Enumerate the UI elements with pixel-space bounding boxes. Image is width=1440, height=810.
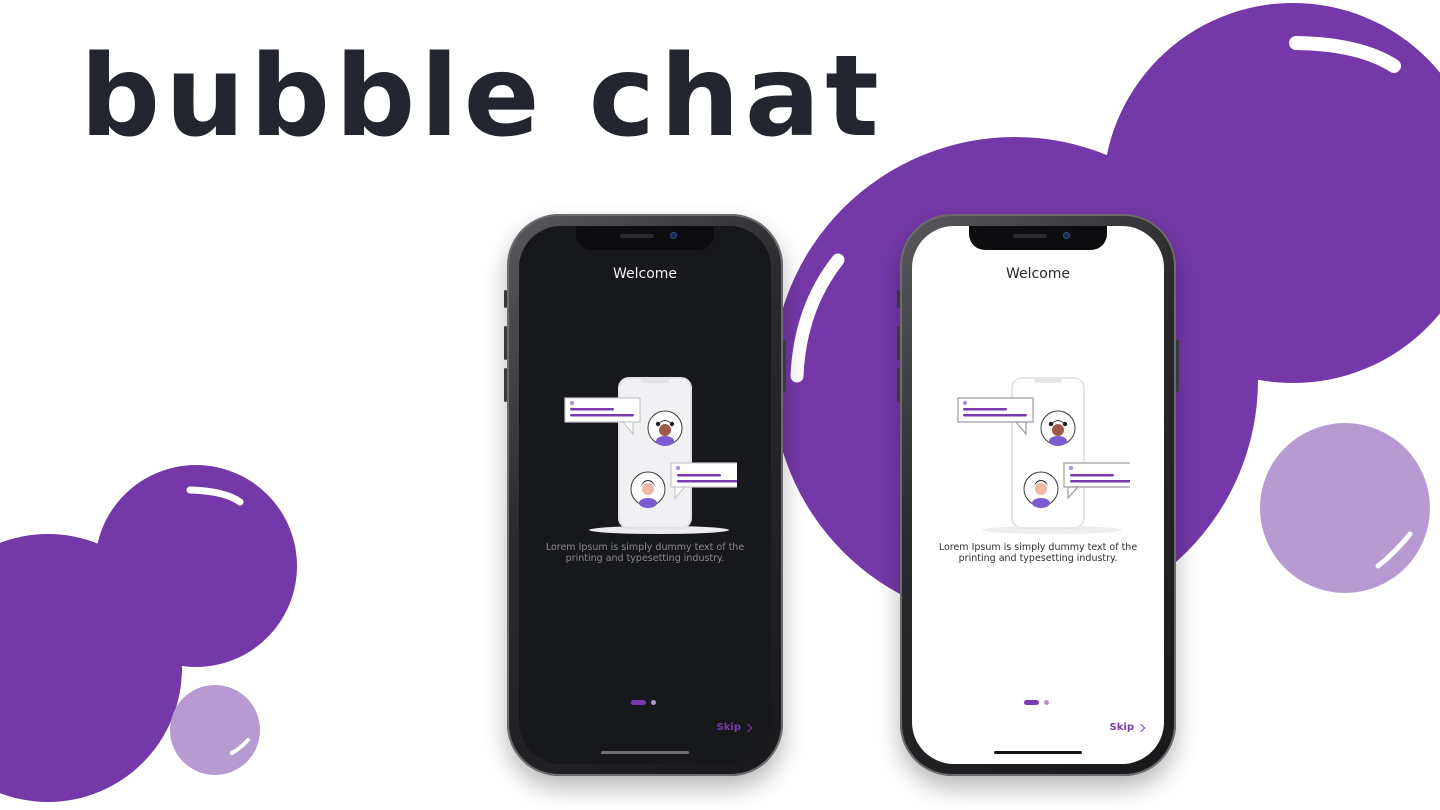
welcome-title: Welcome: [1005, 266, 1071, 282]
chat-illustration: [564, 377, 737, 534]
skip-label: Skip: [1109, 722, 1134, 733]
volume-up-button: [504, 326, 507, 360]
speaker: [1013, 234, 1047, 238]
description-line: Lorem Ipsum is simply dummy text of the: [545, 542, 745, 553]
phone-dark: Welcome Lorem Ipsum is simply dummy text…: [504, 214, 786, 776]
home-indicator[interactable]: [994, 751, 1082, 754]
chat-illustration: [957, 377, 1130, 534]
volume-down-button: [897, 368, 900, 402]
screen: Welcome Lorem Ipsum is simply dummy text…: [912, 226, 1164, 764]
chevron-right-icon: [1136, 723, 1146, 732]
brand-title: bubble chat: [80, 32, 884, 162]
notch: [576, 226, 714, 250]
page-dot-active[interactable]: [1024, 700, 1039, 705]
volume-up-button: [897, 326, 900, 360]
notch: [969, 226, 1107, 250]
power-button: [783, 340, 786, 392]
description-line: Lorem Ipsum is simply dummy text of the: [938, 542, 1138, 553]
phone-light: Welcome Lorem Ipsum is simply dummy text…: [897, 214, 1179, 776]
page-dot[interactable]: [651, 700, 656, 705]
camera-icon: [1063, 232, 1070, 239]
welcome-title: Welcome: [612, 266, 678, 282]
page-dot[interactable]: [1044, 700, 1049, 705]
description: Lorem Ipsum is simply dummy text of the …: [539, 542, 751, 564]
bubble-light-right: [1260, 423, 1430, 593]
description-line: printing and typesetting industry.: [565, 553, 725, 564]
page-indicator: [912, 700, 1164, 706]
page-dot-active[interactable]: [631, 700, 646, 705]
skip-button[interactable]: Skip: [1109, 722, 1146, 733]
speaker: [620, 234, 654, 238]
home-indicator[interactable]: [601, 751, 689, 754]
description: Lorem Ipsum is simply dummy text of the …: [932, 542, 1144, 564]
power-button: [1176, 340, 1179, 392]
skip-button[interactable]: Skip: [716, 722, 753, 733]
page-indicator: [519, 700, 771, 706]
skip-label: Skip: [716, 722, 741, 733]
screen: Welcome Lorem Ipsum is simply dummy text…: [519, 226, 771, 764]
bubble-left-mid: [95, 465, 297, 667]
description-line: printing and typesetting industry.: [958, 553, 1118, 564]
chevron-right-icon: [743, 723, 753, 732]
side-button: [897, 290, 900, 308]
camera-icon: [670, 232, 677, 239]
side-button: [504, 290, 507, 308]
volume-down-button: [504, 368, 507, 402]
bubble-light-left: [170, 685, 260, 775]
